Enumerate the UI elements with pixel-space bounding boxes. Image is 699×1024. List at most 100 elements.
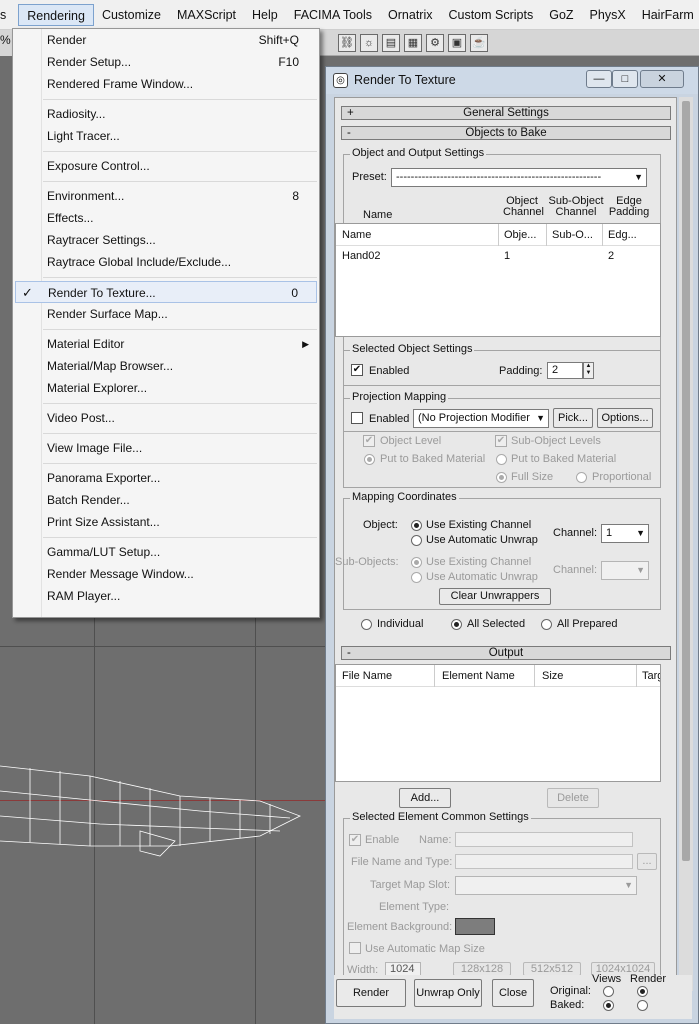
rollout-general-settings[interactable]: + General Settings bbox=[341, 106, 671, 120]
menu-item-effects[interactable]: Effects... bbox=[15, 207, 317, 229]
menu-item-video-post[interactable]: Video Post... bbox=[15, 407, 317, 429]
all-selected-radio[interactable] bbox=[451, 619, 462, 630]
menu-facima-tools[interactable]: FACIMA Tools bbox=[286, 4, 380, 26]
lighting-icon[interactable]: ☼ bbox=[360, 33, 378, 52]
rollout-objects-to-bake[interactable]: - Objects to Bake bbox=[341, 126, 671, 140]
menu-customize[interactable]: Customize bbox=[94, 4, 169, 26]
minimize-button[interactable]: — bbox=[586, 70, 612, 88]
list-col-edge-padding[interactable]: Edg... bbox=[608, 229, 648, 241]
size-512-button[interactable]: 512x512 bbox=[523, 962, 581, 976]
menu-item-radiosity[interactable]: Radiosity... bbox=[15, 103, 317, 125]
maximize-button[interactable]: □ bbox=[612, 70, 638, 88]
baked-views-radio[interactable] bbox=[603, 1000, 614, 1011]
sub-put-baked-material-radio[interactable] bbox=[496, 454, 507, 465]
padding-spinner-arrows-icon[interactable]: ▲ ▼ bbox=[583, 362, 594, 379]
menu-item-ram-player[interactable]: RAM Player... bbox=[15, 585, 317, 607]
element-background-swatch[interactable] bbox=[455, 918, 495, 935]
output-col-size[interactable]: Size bbox=[542, 670, 563, 682]
use-existing-channel-radio[interactable] bbox=[411, 520, 422, 531]
menu-goz[interactable]: GoZ bbox=[541, 4, 581, 26]
original-render-radio[interactable] bbox=[637, 986, 648, 997]
close-window-button[interactable]: ✕ bbox=[640, 70, 684, 88]
menu-item-rendered-frame-window[interactable]: Rendered Frame Window... bbox=[15, 73, 317, 95]
projection-modifier-dropdown[interactable]: (No Projection Modifier ▼ bbox=[413, 409, 549, 428]
teapot-icon[interactable]: ☕ bbox=[470, 33, 488, 52]
menu-ornatrix[interactable]: Ornatrix bbox=[380, 4, 440, 26]
menu-item-render[interactable]: Render Shift+Q bbox=[15, 29, 317, 51]
menu-item-exposure-control[interactable]: Exposure Control... bbox=[15, 155, 317, 177]
menu-maxscript[interactable]: MAXScript bbox=[169, 4, 244, 26]
menu-item-batch-render[interactable]: Batch Render... bbox=[15, 489, 317, 511]
delete-element-button[interactable]: Delete bbox=[547, 788, 599, 808]
file-name-type-input[interactable] bbox=[455, 854, 633, 869]
render-frame-icon[interactable]: ▣ bbox=[448, 33, 466, 52]
menu-fragment-left[interactable]: s bbox=[0, 4, 10, 26]
padding-spinner[interactable]: 2 bbox=[547, 362, 583, 379]
size-128-button[interactable]: 128x128 bbox=[453, 962, 511, 976]
all-prepared-radio[interactable] bbox=[541, 619, 552, 630]
render-button[interactable]: Render bbox=[336, 979, 406, 1007]
pick-button[interactable]: Pick... bbox=[553, 408, 593, 428]
table-row[interactable]: Hand02 1 2 bbox=[336, 248, 660, 266]
menu-item-light-tracer[interactable]: Light Tracer... bbox=[15, 125, 317, 147]
unwrap-only-button[interactable]: Unwrap Only bbox=[414, 979, 482, 1007]
full-size-radio[interactable] bbox=[496, 472, 507, 483]
list-col-object-channel[interactable]: Obje... bbox=[504, 229, 544, 241]
enabled-checkbox[interactable]: ✔ bbox=[351, 364, 363, 376]
list-col-name[interactable]: Name bbox=[342, 229, 492, 241]
menu-hairfarm[interactable]: HairFarm bbox=[634, 4, 699, 26]
browse-file-button[interactable]: ... bbox=[637, 853, 657, 870]
projection-enabled-checkbox[interactable] bbox=[351, 412, 363, 424]
menu-custom-scripts[interactable]: Custom Scripts bbox=[440, 4, 541, 26]
use-auto-map-size-checkbox[interactable] bbox=[349, 942, 361, 954]
object-level-checkbox[interactable]: ✔ bbox=[363, 435, 375, 447]
menu-item-material-explorer[interactable]: Material Explorer... bbox=[15, 377, 317, 399]
menu-item-environment[interactable]: Environment... 8 bbox=[15, 185, 317, 207]
dialog-scrollbar-thumb[interactable] bbox=[682, 101, 690, 861]
output-col-target[interactable]: Targ bbox=[642, 670, 660, 682]
close-button[interactable]: Close bbox=[492, 979, 534, 1007]
dialog-title-bar[interactable]: ◎ Render To Texture — □ ✕ bbox=[326, 67, 698, 94]
sub-object-levels-checkbox[interactable]: ✔ bbox=[495, 435, 507, 447]
menu-physx[interactable]: PhysX bbox=[582, 4, 634, 26]
objects-list[interactable]: Name Obje... Sub-O... Edg... Hand02 1 2 bbox=[335, 223, 661, 337]
sub-channel-dropdown[interactable]: ▼ bbox=[601, 561, 649, 580]
use-automatic-unwrap-radio[interactable] bbox=[411, 535, 422, 546]
link-icon[interactable]: ⛓ bbox=[338, 33, 356, 52]
element-enable-checkbox[interactable]: ✔ bbox=[349, 834, 361, 846]
menu-item-gamma-lut-setup[interactable]: Gamma/LUT Setup... bbox=[15, 541, 317, 563]
clear-unwrappers-button[interactable]: Clear Unwrappers bbox=[439, 588, 551, 605]
menu-item-view-image-file[interactable]: View Image File... bbox=[15, 437, 317, 459]
output-col-file-name[interactable]: File Name bbox=[342, 670, 392, 682]
output-elements-list[interactable]: File Name Element Name Size Targ bbox=[335, 664, 661, 782]
menu-item-render-message-window[interactable]: Render Message Window... bbox=[15, 563, 317, 585]
menu-help[interactable]: Help bbox=[244, 4, 286, 26]
output-col-element-name[interactable]: Element Name bbox=[442, 670, 515, 682]
list-col-sub-object-channel[interactable]: Sub-O... bbox=[552, 229, 602, 241]
individual-radio[interactable] bbox=[361, 619, 372, 630]
menu-item-render-to-texture[interactable]: ✓ Render To Texture... 0 bbox=[15, 281, 317, 303]
menu-item-material-editor[interactable]: Material Editor ▶ bbox=[15, 333, 317, 355]
add-element-button[interactable]: Add... bbox=[399, 788, 451, 808]
proportional-radio[interactable] bbox=[576, 472, 587, 483]
material-icon[interactable]: ▦ bbox=[404, 33, 422, 52]
original-views-radio[interactable] bbox=[603, 986, 614, 997]
options-button[interactable]: Options... bbox=[597, 408, 653, 428]
sub-use-automatic-unwrap-radio[interactable] bbox=[411, 572, 422, 583]
put-baked-material-radio[interactable] bbox=[364, 454, 375, 465]
menu-item-panorama-exporter[interactable]: Panorama Exporter... bbox=[15, 467, 317, 489]
menu-item-print-size-assistant[interactable]: Print Size Assistant... bbox=[15, 511, 317, 533]
menu-rendering[interactable]: Rendering bbox=[18, 3, 94, 26]
sub-use-existing-channel-radio[interactable] bbox=[411, 557, 422, 568]
menu-item-raytrace-global[interactable]: Raytrace Global Include/Exclude... bbox=[15, 251, 317, 273]
width-spinner[interactable]: 1024 bbox=[385, 962, 421, 976]
menu-item-raytracer-settings[interactable]: Raytracer Settings... bbox=[15, 229, 317, 251]
rollout-output[interactable]: - Output bbox=[341, 646, 671, 660]
menu-item-render-surface-map[interactable]: Render Surface Map... bbox=[15, 303, 317, 325]
preset-dropdown[interactable]: ----------------------------------------… bbox=[391, 168, 647, 187]
target-map-slot-dropdown[interactable]: ▼ bbox=[455, 876, 637, 895]
channel-dropdown[interactable]: 1 ▼ bbox=[601, 524, 649, 543]
render-setup-icon[interactable]: ⚙ bbox=[426, 33, 444, 52]
menu-item-material-map-browser[interactable]: Material/Map Browser... bbox=[15, 355, 317, 377]
baked-render-radio[interactable] bbox=[637, 1000, 648, 1011]
